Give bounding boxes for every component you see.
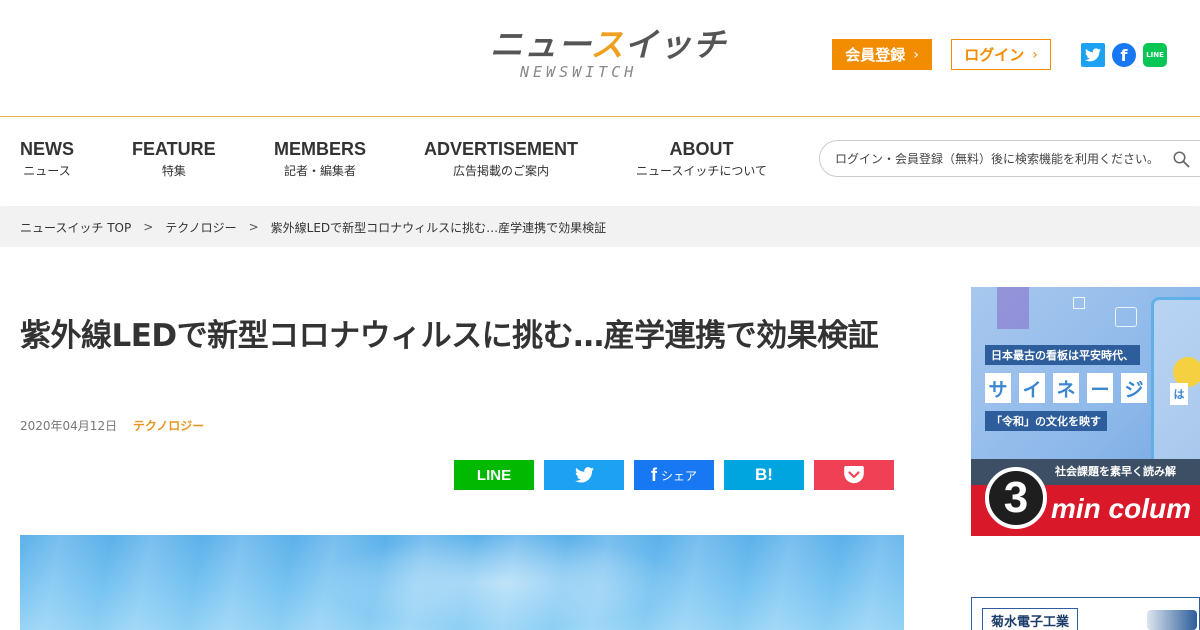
ad-kana: イ: [1019, 373, 1045, 403]
sidebar-ad-banner-2[interactable]: 菊水電子工業: [971, 597, 1200, 630]
twitter-bird-icon: [1085, 48, 1101, 62]
site-header: ニュースイッチ NEWSWITCH 会員登録 › ログイン › f LINE: [0, 0, 1200, 117]
nav-item-advertisement[interactable]: ADVERTISEMENT 広告掲載のご案内: [424, 138, 578, 180]
facebook-icon: f: [650, 464, 657, 485]
breadcrumb-home[interactable]: ニュースイッチ TOP: [20, 219, 131, 236]
share-pocket-button[interactable]: [814, 460, 894, 490]
nav-label-ja: 広告掲載のご案内: [453, 164, 550, 178]
chevron-right-icon: ›: [913, 46, 919, 63]
share-line-button[interactable]: LINE: [454, 460, 534, 490]
ad-kana: サ: [985, 373, 1011, 403]
article-date: 2020年04月12日: [20, 419, 118, 433]
twitter-icon[interactable]: [1081, 43, 1105, 67]
share-hatena-button[interactable]: B!: [724, 460, 804, 490]
page: ニュースイッチ NEWSWITCH 会員登録 › ログイン › f LINE N…: [0, 0, 1200, 630]
site-logo[interactable]: ニュースイッチ NEWSWITCH: [490, 25, 727, 84]
nav-item-news[interactable]: NEWS ニュース: [20, 138, 74, 180]
share-facebook-button[interactable]: f シェア: [634, 460, 714, 490]
article-hero-image: [20, 535, 904, 630]
sidebar-ad-banner[interactable]: 日本最古の看板は平安時代、 サ イ ネ ー ジ は 「令和」の文化を映す 社会課…: [971, 287, 1200, 536]
nav-label-ja: ニュース: [23, 164, 71, 178]
logo-wordmark: ニュースイッチ: [490, 25, 727, 64]
ad2-decoration: [1147, 610, 1197, 630]
twitter-bird-icon: [574, 467, 594, 483]
nav-label-ja: 記者・編集者: [284, 164, 357, 178]
breadcrumb: ニュースイッチ TOP > テクノロジー > 紫外線LEDで新型コロナウィルスに…: [0, 207, 1200, 247]
ad-decoration: [997, 287, 1029, 329]
ad-kana: ジ: [1121, 373, 1147, 403]
ad-headline: 日本最古の看板は平安時代、: [985, 345, 1140, 365]
search-box: [819, 140, 1200, 177]
nav-label-ja: ニュースイッチについて: [636, 164, 768, 178]
nav-label-en: NEWS: [20, 139, 74, 159]
article-title: 紫外線LEDで新型コロナウィルスに挑む…産学連携で効果検証: [20, 318, 879, 354]
ad-decoration: [1073, 297, 1085, 309]
search-icon[interactable]: [1172, 150, 1190, 168]
ad-subheadline: 「令和」の文化を映す: [985, 411, 1107, 431]
ad-kana: ネ: [1053, 373, 1079, 403]
ad-kana: ー: [1087, 373, 1113, 403]
logo-subtext: NEWSWITCH: [520, 63, 638, 81]
share-facebook-label: シェア: [660, 468, 697, 483]
nav-label-en: ADVERTISEMENT: [424, 139, 579, 159]
ad-kana: は: [1170, 383, 1188, 405]
nav-label-en: FEATURE: [132, 139, 216, 159]
breadcrumb-separator: >: [143, 220, 154, 234]
nav-item-about[interactable]: ABOUT ニュースイッチについて: [636, 138, 767, 180]
login-button[interactable]: ログイン ›: [951, 39, 1051, 70]
article-category-link[interactable]: テクノロジー: [133, 419, 204, 433]
nav-item-members[interactable]: MEMBERS 記者・編集者: [274, 138, 366, 180]
register-label: 会員登録: [845, 46, 906, 64]
ad-number-badge: 3: [985, 467, 1047, 529]
breadcrumb-current: 紫外線LEDで新型コロナウィルスに挑む…産学連携で効果検証: [270, 220, 607, 235]
pocket-icon: [844, 466, 864, 484]
nav-label-ja: 特集: [161, 164, 186, 178]
login-label: ログイン: [964, 46, 1025, 64]
nav-label-en: MEMBERS: [274, 139, 367, 159]
nav-item-feature[interactable]: FEATURE 特集: [132, 138, 216, 180]
article-meta: 2020年04月12日 テクノロジー: [20, 417, 204, 434]
share-twitter-button[interactable]: [544, 460, 624, 490]
ad-series-title: min colum: [1051, 493, 1192, 524]
register-button[interactable]: 会員登録 ›: [832, 39, 932, 70]
nav-label-en: ABOUT: [669, 139, 734, 159]
search-input[interactable]: [835, 149, 1165, 169]
facebook-icon[interactable]: f: [1112, 43, 1136, 67]
line-icon[interactable]: LINE: [1143, 43, 1167, 67]
breadcrumb-category[interactable]: テクノロジー: [165, 219, 236, 236]
ad2-company-name: 菊水電子工業: [982, 608, 1079, 630]
global-nav: NEWS ニュース FEATURE 特集 MEMBERS 記者・編集者 ADVE…: [0, 118, 1200, 206]
breadcrumb-separator: >: [248, 220, 259, 234]
ad-decoration: [1115, 307, 1137, 327]
chevron-right-icon: ›: [1032, 46, 1038, 63]
